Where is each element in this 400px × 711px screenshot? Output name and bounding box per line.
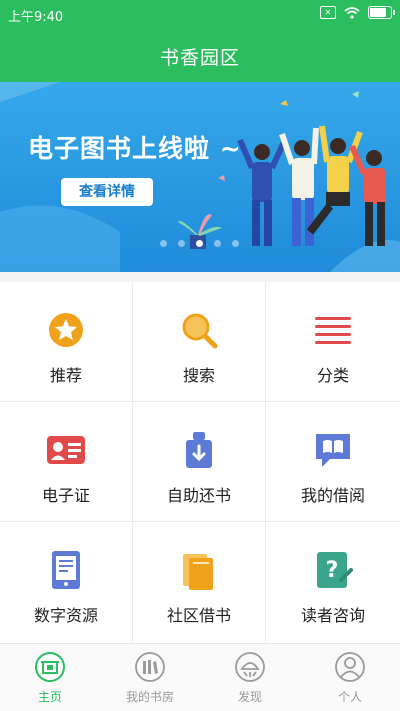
tab-profile[interactable]: 个人 [300,644,400,711]
banner-headline: 电子图书上线啦 ~ [28,134,242,163]
list-icon [315,317,351,344]
carousel-dot[interactable] [214,240,221,247]
star-icon [49,313,83,347]
search-icon [182,313,218,349]
tab-label: 发现 [237,690,262,704]
carousel-dot[interactable] [196,240,203,247]
tab-discover[interactable]: 发现 [200,644,300,711]
grid-item-label: 电子证 [41,486,90,505]
book-chat-icon [316,434,350,467]
status-bar: 上午9:40 ✕ [0,0,400,30]
grid-item-reader-consult[interactable]: ? 读者咨询 [266,522,400,644]
home-icon [35,652,65,682]
svg-text:?: ? [326,558,339,583]
grid-item-my-borrowing[interactable]: 我的借阅 [266,402,400,522]
grid-item-label: 分类 [316,366,349,385]
grid-item-label: 推荐 [49,366,82,385]
battery-icon [368,6,395,19]
grid-item-label: 我的借阅 [300,486,365,505]
grid-item-digital-resources[interactable]: 数字资源 [0,522,133,644]
grid-item-self-return[interactable]: 自助还书 [133,402,266,522]
status-icons: ✕ [320,6,395,19]
tab-label: 我的书房 [125,690,174,704]
feature-grid: 推荐 搜索 分类 电子证 自助还书 我的借阅 数字资源 社区借书 ? 读者咨询 [0,282,400,644]
status-time: 上午9:40 [8,10,64,25]
person-icon [335,652,365,682]
grid-item-recommend[interactable]: 推荐 [0,282,133,402]
carousel-dot[interactable] [178,240,185,247]
app-header: 书香园区 [0,30,400,82]
question-note-icon: ? [317,552,353,588]
bookshelf-icon [135,652,165,682]
bottom-nav: 主页 我的书房 发现 个人 [0,643,400,711]
return-book-icon [186,432,212,468]
grid-item-label: 自助还书 [166,486,231,505]
grid-item-label: 搜索 [182,366,215,385]
sim-icon: ✕ [320,6,336,19]
view-details-button[interactable]: 查看详情 [61,178,153,206]
tab-my-study[interactable]: 我的书房 [100,644,200,711]
promo-banner[interactable]: 电子图书上线啦 ~ 查看详情 [0,82,400,272]
tab-label: 主页 [37,690,62,704]
id-card-icon [47,436,85,464]
grid-item-category[interactable]: 分类 [266,282,400,402]
tab-label: 个人 [337,690,362,704]
grid-item-ecard[interactable]: 电子证 [0,402,133,522]
carousel-dot[interactable] [232,240,239,247]
grid-item-label: 读者咨询 [300,606,365,625]
tab-home[interactable]: 主页 [0,644,100,711]
grid-item-label: 社区借书 [166,606,231,625]
books-icon [183,554,213,590]
grid-item-community-borrow[interactable]: 社区借书 [133,522,266,644]
wifi-icon [344,6,360,19]
discover-icon [235,652,265,682]
tablet-icon [52,551,80,589]
grid-item-search[interactable]: 搜索 [133,282,266,402]
grid-item-label: 数字资源 [33,606,98,625]
carousel-dot[interactable] [160,240,167,247]
page-title: 书香园区 [159,47,240,69]
carousel-indicator[interactable] [160,240,239,247]
